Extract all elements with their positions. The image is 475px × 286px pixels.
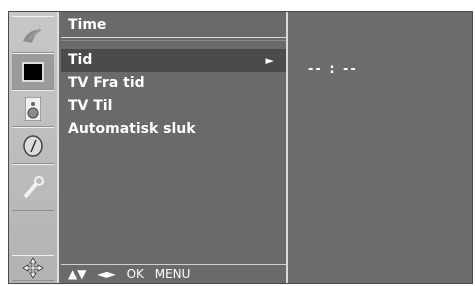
move-cross-icon[interactable]: [12, 255, 54, 281]
menu-item-label: TV Fra tid: [68, 75, 145, 91]
category-icon-bar: [9, 12, 59, 283]
menu-item-automatisk-sluk[interactable]: Automatisk sluk: [61, 118, 286, 141]
clock-icon[interactable]: [12, 127, 54, 164]
menu-item-tv-fra-tid[interactable]: TV Fra tid: [61, 72, 286, 95]
satellite-dish-icon[interactable]: [12, 16, 54, 53]
navigation-hint-bar: ▲▼ ◄► OK MENU: [61, 264, 286, 283]
menu-hint: MENU: [154, 267, 191, 281]
menu-item-label: TV Til: [68, 98, 113, 114]
time-menu: Time Tid ► TV Fra tid TV Til Automatisk …: [61, 12, 286, 283]
screen-icon[interactable]: [12, 53, 54, 90]
submenu-arrow-icon: ►: [265, 54, 274, 67]
time-detail-panel: -- : --: [286, 12, 472, 283]
menu-item-label: Automatisk sluk: [68, 121, 196, 137]
menu-item-tv-til[interactable]: TV Til: [61, 95, 286, 118]
osd-menu-frame: Time Tid ► TV Fra tid TV Til Automatisk …: [8, 11, 473, 284]
menu-item-label: Tid: [68, 52, 93, 68]
time-value[interactable]: -- : --: [308, 62, 358, 77]
left-right-arrows-icon: ◄►: [97, 267, 116, 281]
speaker-icon[interactable]: [12, 90, 54, 127]
wrench-icon[interactable]: [12, 164, 54, 211]
up-down-arrows-icon: ▲▼: [68, 267, 87, 281]
menu-item-tid[interactable]: Tid ►: [61, 49, 286, 72]
ok-hint: OK: [126, 267, 144, 281]
menu-title: Time: [61, 12, 286, 41]
